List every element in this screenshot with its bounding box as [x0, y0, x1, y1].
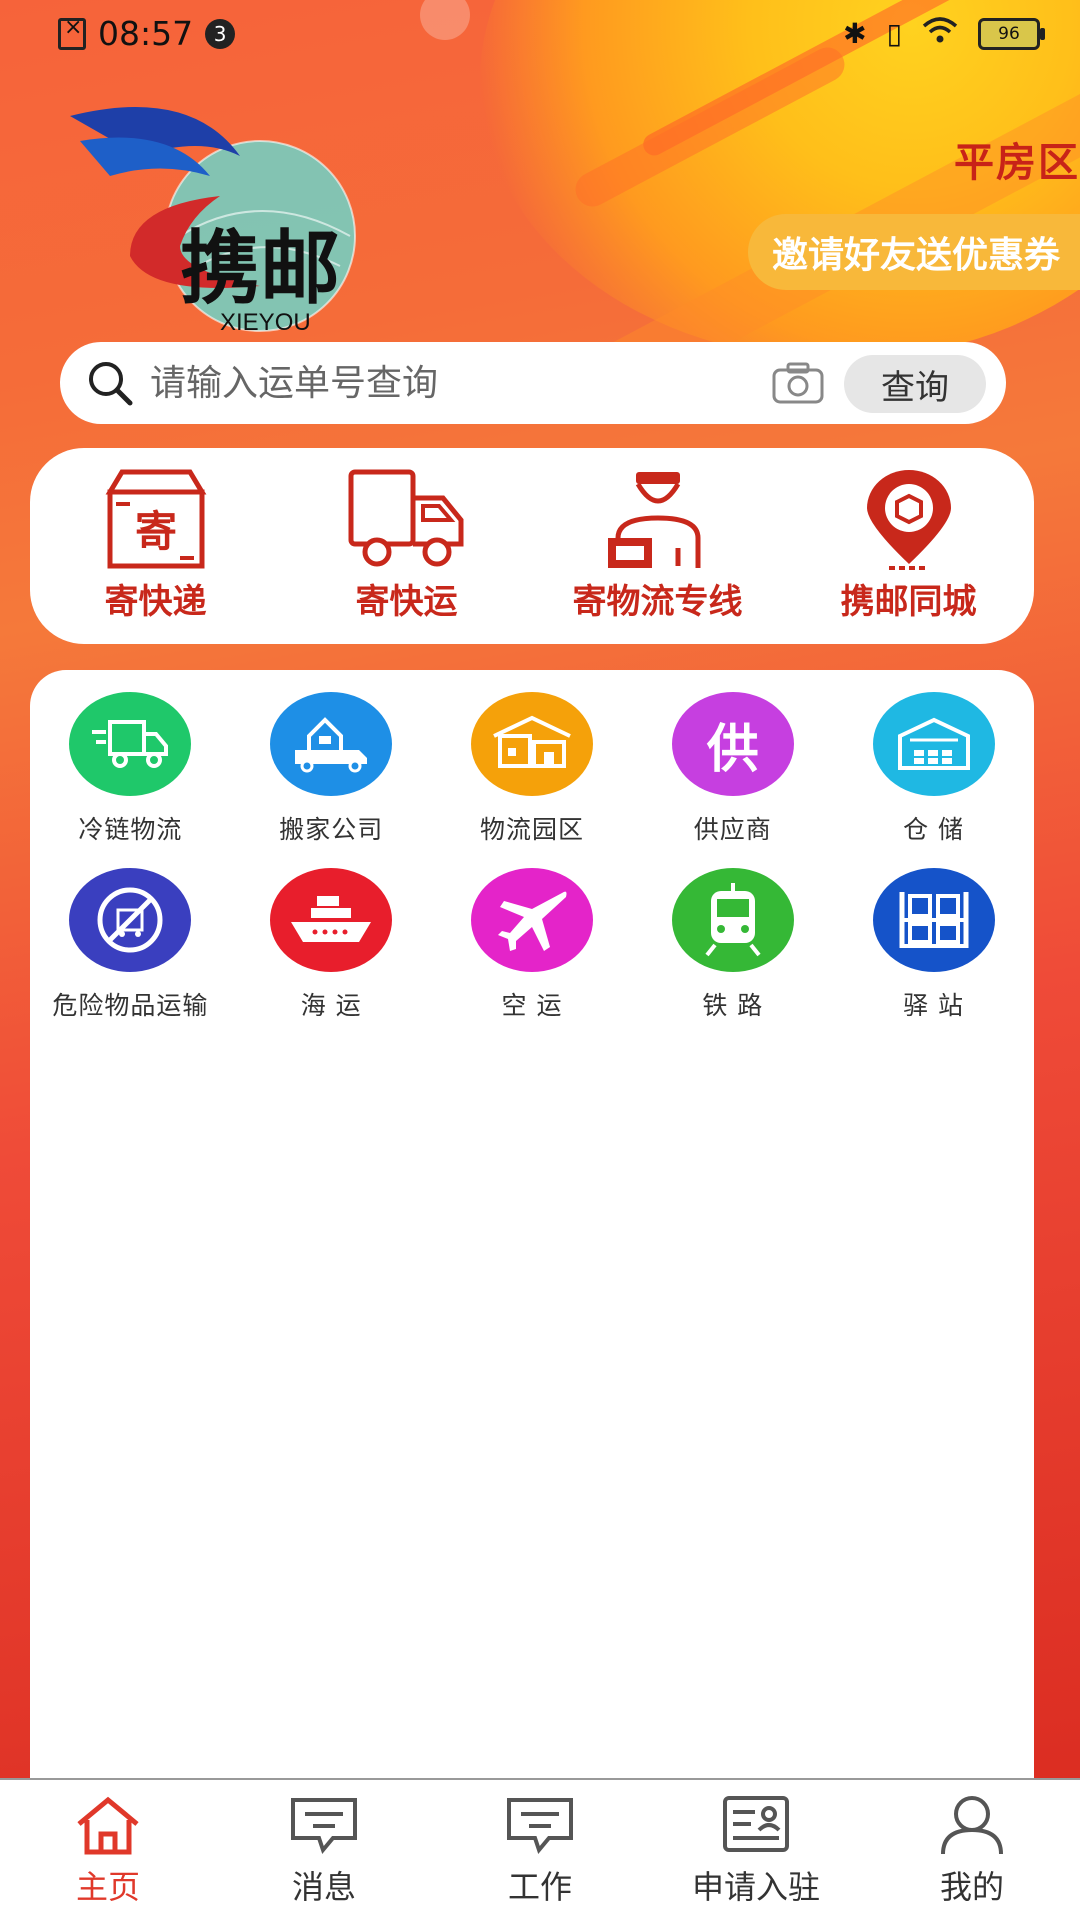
- nav-apply[interactable]: 申请入驻: [648, 1780, 864, 1920]
- feature-label: 物流园区: [479, 815, 584, 844]
- nav-label: 消息: [291, 1868, 356, 1906]
- train-icon: [671, 868, 794, 972]
- search-bar: 查询: [60, 342, 1006, 424]
- svg-text:寄: 寄: [134, 507, 176, 556]
- service-express[interactable]: 寄 寄快递: [30, 448, 281, 644]
- nav-label: 主页: [75, 1868, 140, 1906]
- feature-moving[interactable]: 搬家公司: [231, 692, 432, 846]
- nav-home[interactable]: 主页: [0, 1780, 216, 1920]
- supplier-icon: 供: [671, 692, 794, 796]
- no-sim-icon: [58, 15, 86, 50]
- courier-icon: [607, 472, 700, 568]
- service-label: 寄快递: [104, 582, 207, 622]
- search-icon: [89, 362, 133, 406]
- app-logo: 携邮 XIEYOU: [70, 96, 400, 336]
- nav-messages[interactable]: 消息: [216, 1780, 432, 1920]
- features-card: 冷链物流 搬家公司 物流园区 供 供应商 仓 储 危险物品运输 海 运 空 运 …: [30, 670, 1034, 1790]
- search-input[interactable]: [148, 361, 752, 405]
- bluetooth-icon: ✱: [843, 17, 867, 50]
- cold-chain-truck-icon: [69, 692, 192, 796]
- ship-icon: [270, 868, 393, 972]
- feature-label: 海 运: [300, 991, 362, 1020]
- service-freight[interactable]: 寄快运: [281, 448, 532, 644]
- feature-logistics-park[interactable]: 物流园区: [432, 692, 633, 846]
- nav-label: 工作: [507, 1868, 572, 1906]
- service-same-city[interactable]: 携邮同城: [783, 448, 1034, 644]
- apply-icon: [723, 1796, 789, 1852]
- box-icon: 寄: [105, 469, 206, 569]
- feature-label: 驿 站: [903, 991, 965, 1020]
- logo-text: 携邮: [180, 221, 340, 315]
- message-icon: [291, 1798, 357, 1855]
- feature-label: 搬家公司: [279, 815, 384, 844]
- feature-air[interactable]: 空 运: [432, 868, 633, 1022]
- feature-label: 铁 路: [702, 991, 764, 1020]
- services-card: 寄 寄快递 寄快运 寄物流专线 携邮同城: [30, 448, 1034, 644]
- moving-truck-icon: [270, 692, 393, 796]
- nav-label: 申请入驻: [691, 1868, 820, 1906]
- logo-subtext: XIEYOU: [220, 309, 311, 336]
- hazard-transport-icon: [69, 868, 192, 972]
- feature-label: 仓 储: [903, 815, 965, 844]
- feature-rail[interactable]: 铁 路: [632, 868, 833, 1022]
- district-selector[interactable]: 平房区: [954, 130, 1080, 188]
- feature-label: 供应商: [693, 815, 772, 844]
- bottom-nav: 主页 消息 工作 申请入驻 我的: [0, 1778, 1080, 1920]
- feature-storage[interactable]: 仓 储: [833, 692, 1034, 846]
- nav-work[interactable]: 工作: [432, 1780, 648, 1920]
- status-bar: 08:57 3 ✱ ▯ 96: [0, 0, 1080, 72]
- query-button[interactable]: 查询: [844, 355, 986, 413]
- storage-icon: [872, 692, 995, 796]
- feature-label: 空 运: [501, 991, 563, 1020]
- battery-icon: 96: [978, 17, 1045, 50]
- feature-label: 危险物品运输: [52, 991, 209, 1020]
- warehouse-park-icon: [470, 692, 593, 796]
- feature-hazard[interactable]: 危险物品运输: [30, 868, 231, 1022]
- home-screen: 08:57 3 ✱ ▯ 96 携邮 XIEYOU 平房区 邀请好友送优惠券: [0, 0, 1080, 1920]
- station-icon: [872, 868, 995, 972]
- nav-label: 我的: [939, 1868, 1004, 1906]
- feature-supplier[interactable]: 供 供应商: [632, 692, 833, 846]
- service-label: 寄快运: [355, 582, 458, 622]
- user-icon: [941, 1796, 1003, 1855]
- plane-icon: [470, 868, 593, 972]
- invite-friends-button[interactable]: 邀请好友送优惠券: [747, 214, 1080, 290]
- status-time: 08:57: [98, 14, 194, 53]
- work-icon: [507, 1798, 573, 1855]
- feature-label: 冷链物流: [78, 815, 183, 844]
- truck-icon: [348, 469, 463, 567]
- home-icon: [77, 1796, 139, 1855]
- service-label: 携邮同城: [840, 582, 977, 622]
- camera-icon[interactable]: [772, 362, 824, 404]
- feature-sea[interactable]: 海 运: [231, 868, 432, 1022]
- service-logistics-line[interactable]: 寄物流专线: [532, 448, 783, 644]
- feature-station[interactable]: 驿 站: [833, 868, 1034, 1022]
- features-grid: 冷链物流 搬家公司 物流园区 供 供应商 仓 储 危险物品运输 海 运 空 运 …: [30, 670, 1034, 1022]
- wifi-icon: [922, 16, 958, 51]
- notification-count-badge: 3: [205, 18, 236, 49]
- service-label: 寄物流专线: [572, 582, 743, 622]
- feature-cold-chain[interactable]: 冷链物流: [30, 692, 231, 846]
- location-pin-icon: [866, 470, 951, 570]
- nav-profile[interactable]: 我的: [864, 1780, 1080, 1920]
- vibrate-icon: ▯: [886, 17, 902, 50]
